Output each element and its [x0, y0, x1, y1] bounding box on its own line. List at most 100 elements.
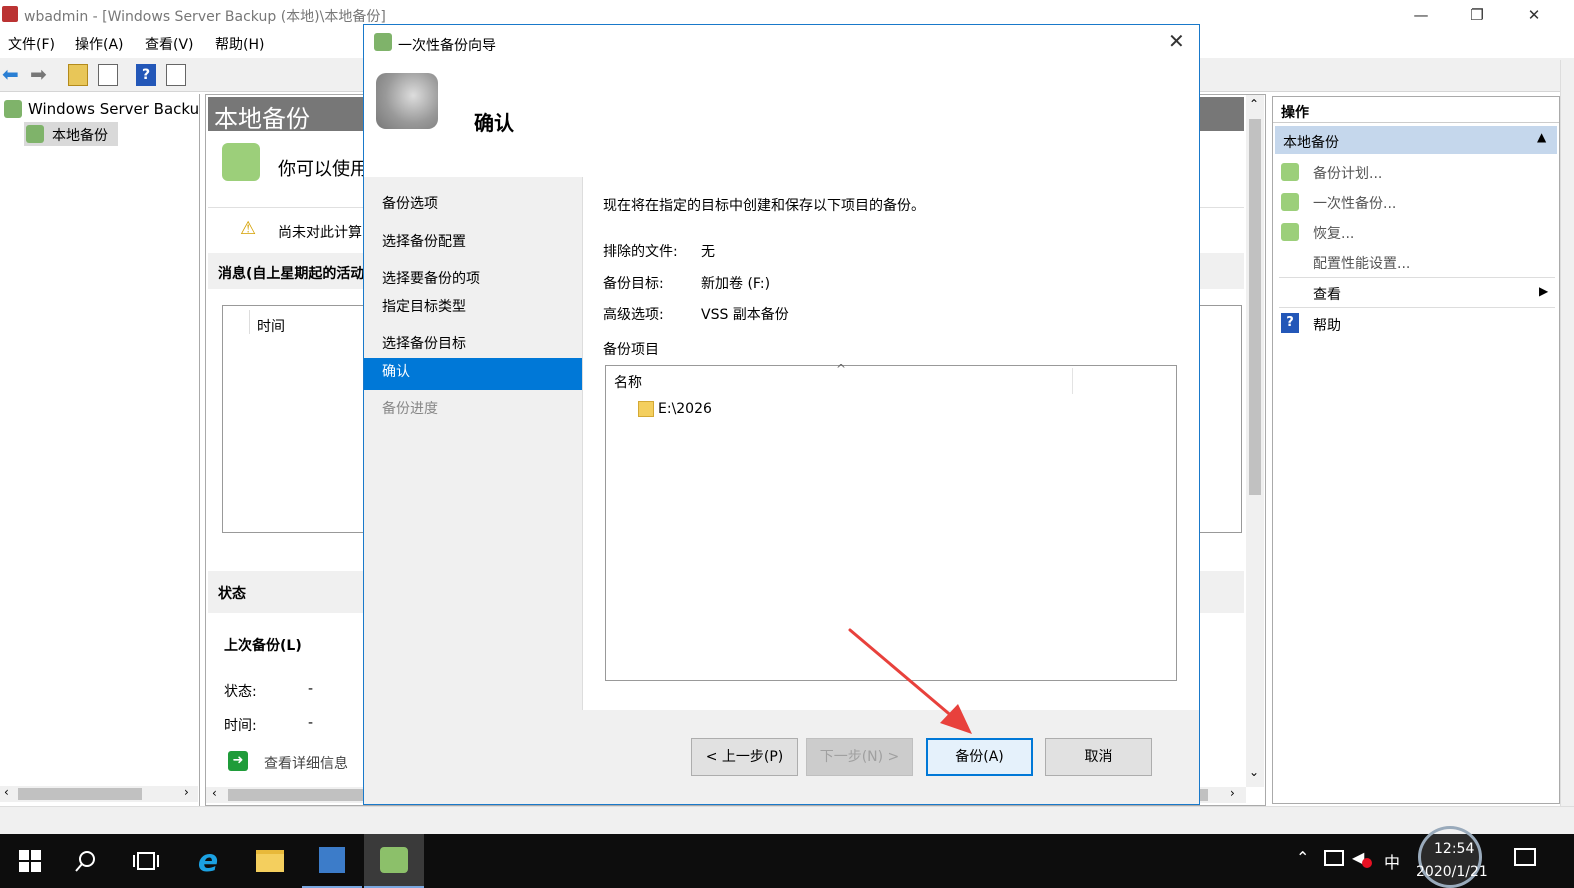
close-icon[interactable]: ✕ [1168, 29, 1185, 53]
intro-text: 你可以使用 [278, 159, 368, 180]
backup-button[interactable]: 备份(A) [926, 738, 1033, 776]
column-divider [1072, 368, 1073, 394]
prev-button[interactable]: < 上一步(P) [691, 738, 798, 776]
messages-title: 消息(自上星期起的活动 [218, 266, 365, 282]
backup-icon [380, 847, 408, 873]
nav-select-target[interactable]: 选择备份目标 [382, 333, 466, 353]
status-label: 状态: [224, 684, 257, 700]
sort-up-icon: ^ [836, 362, 847, 376]
scroll-thumb[interactable] [18, 788, 142, 800]
cancel-button[interactable]: 取消 [1045, 738, 1152, 776]
action-performance[interactable]: 配置性能设置... [1313, 253, 1410, 273]
folder-icon [638, 401, 654, 417]
clock-date[interactable]: 2020/1/21 [1416, 864, 1488, 880]
annotation-arrow [848, 628, 972, 734]
tree-item-label: 本地备份 [52, 128, 108, 144]
excluded-label: 排除的文件: [603, 244, 678, 260]
console-tree-icon[interactable] [98, 64, 118, 86]
backup-schedule-icon [1281, 163, 1299, 181]
nav-backup-config[interactable]: 选择备份配置 [382, 231, 466, 251]
actions-title: 操作 [1281, 105, 1309, 121]
minimize-button[interactable]: — [1398, 0, 1444, 30]
scroll-right-icon[interactable]: › [1230, 786, 1235, 800]
column-divider [249, 310, 250, 334]
tree-root[interactable]: Windows Server Backup [28, 100, 198, 118]
nav-select-items[interactable]: 选择要备份的项 [382, 268, 480, 288]
nav-confirm[interactable]: 确认 [364, 358, 582, 390]
tree-item-local-backup[interactable]: 本地备份 [24, 122, 118, 146]
start-button[interactable] [0, 834, 60, 888]
ime-indicator[interactable]: 中 [1384, 849, 1400, 873]
backup-once-icon [1281, 193, 1299, 211]
status-bar [0, 806, 1574, 834]
notifications-icon[interactable] [1514, 848, 1536, 866]
window-title: wbadmin - [Windows Server Backup (本地)\本地… [24, 9, 386, 25]
backup-tree-icon [26, 125, 44, 143]
tree-hscrollbar[interactable]: ‹ › [0, 785, 198, 802]
menu-file[interactable]: 文件(F) [8, 34, 55, 54]
wizard-page-title: 确认 [474, 111, 514, 135]
time-value: - [308, 715, 314, 731]
wbadmin-button[interactable] [364, 834, 424, 888]
action-backup-schedule[interactable]: 备份计划... [1313, 163, 1382, 183]
action-backup-once[interactable]: 一次性备份... [1313, 193, 1396, 213]
restore-button[interactable]: ❐ [1454, 0, 1500, 30]
search-icon [75, 851, 95, 872]
details-icon[interactable]: ➜ [228, 751, 248, 771]
backup-once-wizard: 一次性备份向导 ✕ 确认 备份选项 选择备份配置 选择要备份的项 指定目标类型 … [363, 24, 1200, 805]
view-details-link[interactable]: 查看详细信息 [264, 753, 348, 773]
ie-button[interactable]: e [178, 834, 238, 888]
column-time[interactable]: 时间 [257, 316, 285, 336]
show-hidden-icons-icon[interactable]: ⌃ [1296, 848, 1309, 867]
next-button[interactable]: 下一步(N) > [806, 738, 913, 776]
scroll-left-icon[interactable]: ‹ [4, 785, 9, 799]
nav-target-type[interactable]: 指定目标类型 [382, 296, 466, 316]
scroll-up-icon[interactable]: ⌃ [1249, 97, 1259, 111]
help-icon[interactable]: ? [136, 64, 156, 86]
action-recover[interactable]: 恢复... [1313, 223, 1354, 243]
menu-view[interactable]: 查看(V) [145, 34, 194, 54]
collapse-icon[interactable]: ▲ [1537, 130, 1546, 144]
excluded-value: 无 [701, 244, 715, 260]
clock-time[interactable]: 12:54 [1434, 841, 1474, 857]
forward-arrow-icon[interactable]: ➡ [30, 64, 50, 86]
search-button[interactable] [56, 834, 116, 888]
task-view-icon [133, 852, 159, 870]
advanced-label: 高级选项: [603, 307, 664, 323]
time-label: 时间: [224, 718, 257, 734]
close-button[interactable]: ✕ [1511, 0, 1557, 30]
action-help[interactable]: 帮助 [1313, 315, 1341, 335]
column-name[interactable]: 名称 [614, 372, 642, 392]
scroll-left-icon[interactable]: ‹ [212, 786, 217, 800]
actions-section-header[interactable]: 本地备份 ▲ [1275, 126, 1557, 154]
nav-backup-options[interactable]: 备份选项 [382, 193, 438, 213]
target-value: 新加卷 (F:) [701, 276, 771, 292]
warning-text: 尚未对此计算 [278, 225, 362, 241]
scroll-thumb[interactable] [1249, 119, 1261, 495]
actions-pane: 操作 本地备份 ▲ 备份计划... 一次性备份... 恢复... 配置性能设置.… [1272, 96, 1560, 804]
mute-badge-icon [1362, 858, 1372, 868]
server-manager-button[interactable] [302, 834, 362, 888]
properties-icon[interactable] [166, 64, 186, 86]
windows-icon [19, 850, 41, 872]
network-icon[interactable] [1324, 850, 1344, 866]
scroll-right-icon[interactable]: › [184, 785, 189, 799]
folder-up-icon[interactable] [68, 64, 88, 86]
backup-items-label: 备份项目 [603, 342, 659, 358]
help-icon: ? [1281, 313, 1299, 333]
list-item[interactable]: E:\2026 [636, 398, 836, 420]
explorer-button[interactable] [240, 834, 300, 888]
back-arrow-icon[interactable]: ⬅ [2, 64, 22, 86]
scroll-down-icon[interactable]: ⌄ [1249, 765, 1259, 779]
menu-action[interactable]: 操作(A) [75, 34, 124, 54]
menu-help[interactable]: 帮助(H) [215, 34, 264, 54]
center-vscrollbar[interactable]: ⌃ ⌄ [1246, 95, 1264, 787]
internet-explorer-icon: e [197, 843, 219, 879]
target-label: 备份目标: [603, 276, 664, 292]
task-view-button[interactable] [116, 834, 176, 888]
center-header-title: 本地备份 [214, 105, 310, 133]
nav-confirm-label: 确认 [382, 364, 410, 380]
last-backup-label: 上次备份(L) [224, 638, 302, 654]
right-scrollbar[interactable] [1560, 60, 1574, 820]
action-view[interactable]: 查看 [1313, 284, 1341, 304]
